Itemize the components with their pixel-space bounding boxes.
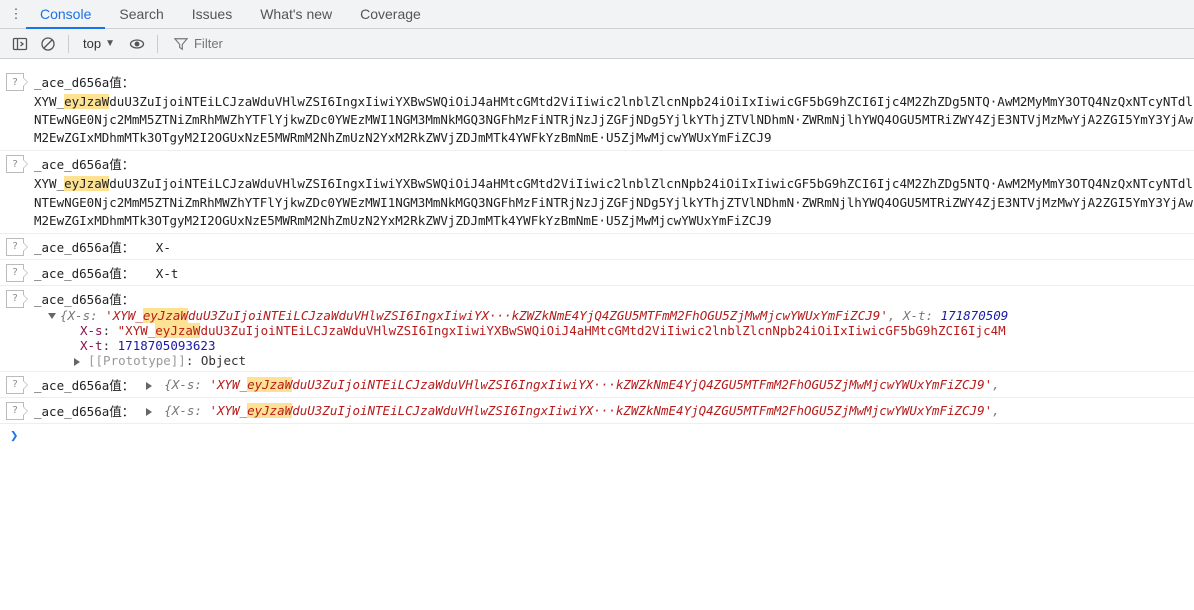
log-level-icon: ?	[6, 264, 24, 282]
log-value[interactable]: X-t	[142, 266, 179, 281]
tab-console[interactable]: Console	[26, 0, 105, 29]
log-row: ? _ace_d656a值： X-t	[0, 259, 1194, 285]
context-label: top	[83, 36, 101, 51]
clear-console-button[interactable]	[36, 32, 60, 56]
log-level-icon: ?	[6, 402, 24, 420]
log-level-icon: ?	[6, 238, 24, 256]
log-label: _ace_d656a值：	[34, 292, 134, 307]
log-level-icon: ?	[6, 155, 24, 173]
log-row: ? _ace_d656a值： {X-s: 'XYW_eyJzaWduU3ZuIj…	[0, 371, 1194, 397]
console-prompt[interactable]: ❯	[0, 423, 1194, 448]
log-label: _ace_d656a值：	[34, 240, 134, 255]
log-label: _ace_d656a值：	[34, 266, 134, 281]
tab-whatsnew[interactable]: What's new	[246, 0, 346, 29]
object-prototype[interactable]: [[Prototype]]: Object	[34, 353, 1194, 368]
log-row: ? _ace_d656a值： {X-s: 'XYW_eyJzaWduU3ZuIj…	[0, 397, 1194, 423]
expand-toggle[interactable]	[48, 313, 56, 319]
object-property[interactable]: X-t: 1718705093623	[34, 338, 1194, 353]
log-label: _ace_d656a值：	[34, 401, 134, 420]
log-row: ? _ace_d656a值： XYW_eyJzaWduU3ZuIjoiNTEiL…	[0, 69, 1194, 150]
log-level-icon: ?	[6, 290, 24, 308]
log-value[interactable]: XYW_eyJzaWduU3ZuIjoiNTEiLCJzaWduVHlwZSI6…	[34, 173, 1194, 229]
devtools-tabs: ⋮ Console Search Issues What's new Cover…	[0, 0, 1194, 29]
object-summary[interactable]: {X-s: 'XYW_eyJzaWduU3ZuIjoiNTEiLCJzaWduV…	[164, 403, 1194, 418]
console-log-area: ? _ace_d656a值： XYW_eyJzaWduU3ZuIjoiNTEiL…	[0, 69, 1194, 448]
filter-icon	[174, 37, 188, 51]
object-summary[interactable]: {X-s: 'XYW_eyJzaWduU3ZuIjoiNTEiLCJzaWduV…	[164, 377, 1194, 392]
filter-wrap	[166, 33, 282, 55]
object-summary[interactable]: {X-s: 'XYW_eyJzaWduU3ZuIjoiNTEiLCJzaWduV…	[60, 308, 1194, 323]
log-level-icon: ?	[6, 73, 24, 91]
log-value[interactable]: XYW_eyJzaWduU3ZuIjoiNTEiLCJzaWduVHlwZSI6…	[34, 91, 1194, 147]
live-expression-button[interactable]	[125, 32, 149, 56]
log-label: _ace_d656a值：	[34, 157, 134, 172]
log-label: _ace_d656a值：	[34, 375, 134, 394]
tab-coverage[interactable]: Coverage	[346, 0, 435, 29]
log-level-icon: ?	[6, 376, 24, 394]
tab-issues[interactable]: Issues	[178, 0, 246, 29]
log-value[interactable]: X-	[142, 240, 171, 255]
log-row: ? _ace_d656a值： {X-s: 'XYW_eyJzaWduU3ZuIj…	[0, 285, 1194, 371]
object-property[interactable]: X-s: "XYW_eyJzaWduU3ZuIjoiNTEiLCJzaWduVH…	[34, 323, 1194, 338]
divider	[157, 35, 158, 53]
divider	[68, 35, 69, 53]
filter-input[interactable]	[194, 36, 274, 51]
expand-toggle[interactable]	[146, 382, 152, 390]
log-row: ? _ace_d656a值： X-	[0, 233, 1194, 259]
toggle-sidebar-button[interactable]	[8, 32, 32, 56]
log-row: ? _ace_d656a值： XYW_eyJzaWduU3ZuIjoiNTEiL…	[0, 150, 1194, 232]
more-icon[interactable]: ⋮	[6, 6, 26, 22]
context-selector[interactable]: top ▼	[77, 33, 121, 55]
expand-toggle[interactable]	[146, 408, 152, 416]
log-label: _ace_d656a值：	[34, 75, 134, 90]
console-toolbar: top ▼	[0, 29, 1194, 59]
tab-search[interactable]: Search	[105, 0, 177, 29]
expand-toggle[interactable]	[74, 358, 80, 366]
chevron-down-icon: ▼	[105, 38, 115, 49]
